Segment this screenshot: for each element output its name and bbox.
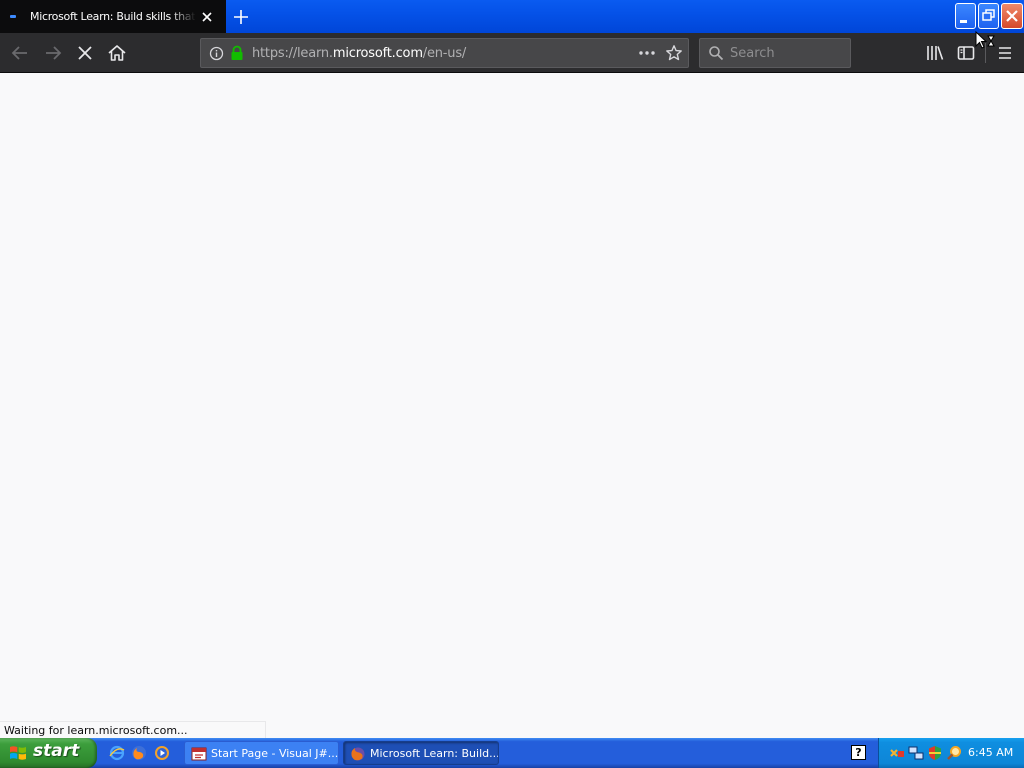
navigation-toolbar: https://learn.microsoft.com/en-us/ <box>0 33 1024 73</box>
visual-jsharp-icon <box>191 747 207 761</box>
page-content-area[interactable] <box>0 74 1024 738</box>
tab-title-fade <box>170 6 196 26</box>
secure-lock-icon[interactable] <box>230 45 244 61</box>
stop-loading-icon[interactable] <box>73 41 97 65</box>
tray-network-connections-icon[interactable] <box>908 745 924 761</box>
status-panel: Waiting for learn.microsoft.com... <box>0 721 266 739</box>
tray-search-magnifier-icon[interactable] <box>946 745 962 761</box>
site-info-icon[interactable] <box>209 46 224 61</box>
url-host: microsoft.com <box>332 46 423 61</box>
taskbar-clock[interactable]: 6:45 AM <box>968 746 1013 759</box>
url-bar[interactable]: https://learn.microsoft.com/en-us/ <box>200 38 689 68</box>
library-icon[interactable] <box>923 41 947 65</box>
tray-security-shield-icon[interactable] <box>927 745 943 761</box>
minimize-icon <box>960 20 967 23</box>
restore-icon <box>982 9 995 21</box>
minimize-window-button[interactable] <box>955 3 976 29</box>
internet-explorer-quicklaunch-icon[interactable] <box>109 745 125 761</box>
help-question-icon[interactable]: ? <box>851 745 866 760</box>
start-label: start <box>33 741 80 761</box>
firefox-quicklaunch-icon[interactable] <box>131 745 147 761</box>
windows-taskbar: start Start Page - Visual J#... Microsof… <box>0 738 1024 768</box>
task-label: Start Page - Visual J#... <box>211 747 339 760</box>
restore-window-button[interactable] <box>978 3 999 29</box>
url-prefix: https://learn. <box>252 46 333 61</box>
url-path: /en-us/ <box>422 46 467 61</box>
tray-network-app-icon[interactable] <box>889 745 905 761</box>
start-button[interactable]: start <box>0 738 97 768</box>
loading-favicon-icon <box>10 15 16 18</box>
page-actions-ellipsis-icon[interactable] <box>638 46 656 60</box>
bookmark-star-icon[interactable] <box>665 44 683 62</box>
hamburger-menu-icon[interactable] <box>993 41 1017 65</box>
forward-arrow-icon[interactable] <box>41 41 65 65</box>
home-icon[interactable] <box>105 41 129 65</box>
new-tab-plus-icon[interactable] <box>230 6 252 28</box>
browser-tab-strip: Microsoft Learn: Build skills that open … <box>0 0 1024 33</box>
url-text[interactable]: https://learn.microsoft.com/en-us/ <box>252 46 466 61</box>
search-magnifier-icon <box>709 46 724 61</box>
firefox-icon <box>351 747 365 761</box>
windows-logo-icon <box>10 746 26 760</box>
system-tray: 6:45 AM <box>878 738 1024 768</box>
taskbar-task-visual-jsharp[interactable]: Start Page - Visual J#... <box>184 741 339 765</box>
close-x-icon <box>1006 10 1018 22</box>
tab-close-icon[interactable] <box>200 10 214 24</box>
back-arrow-icon[interactable] <box>8 41 32 65</box>
search-bar[interactable] <box>699 38 851 68</box>
taskbar-task-firefox[interactable]: Microsoft Learn: Build... <box>343 741 499 765</box>
busy-cursor-icon <box>975 31 995 49</box>
search-input[interactable] <box>730 44 845 62</box>
close-window-button[interactable] <box>1001 3 1023 29</box>
browser-tab-active[interactable]: Microsoft Learn: Build skills that open … <box>0 0 226 33</box>
media-player-quicklaunch-icon[interactable] <box>154 745 170 761</box>
task-label: Microsoft Learn: Build... <box>370 747 499 760</box>
